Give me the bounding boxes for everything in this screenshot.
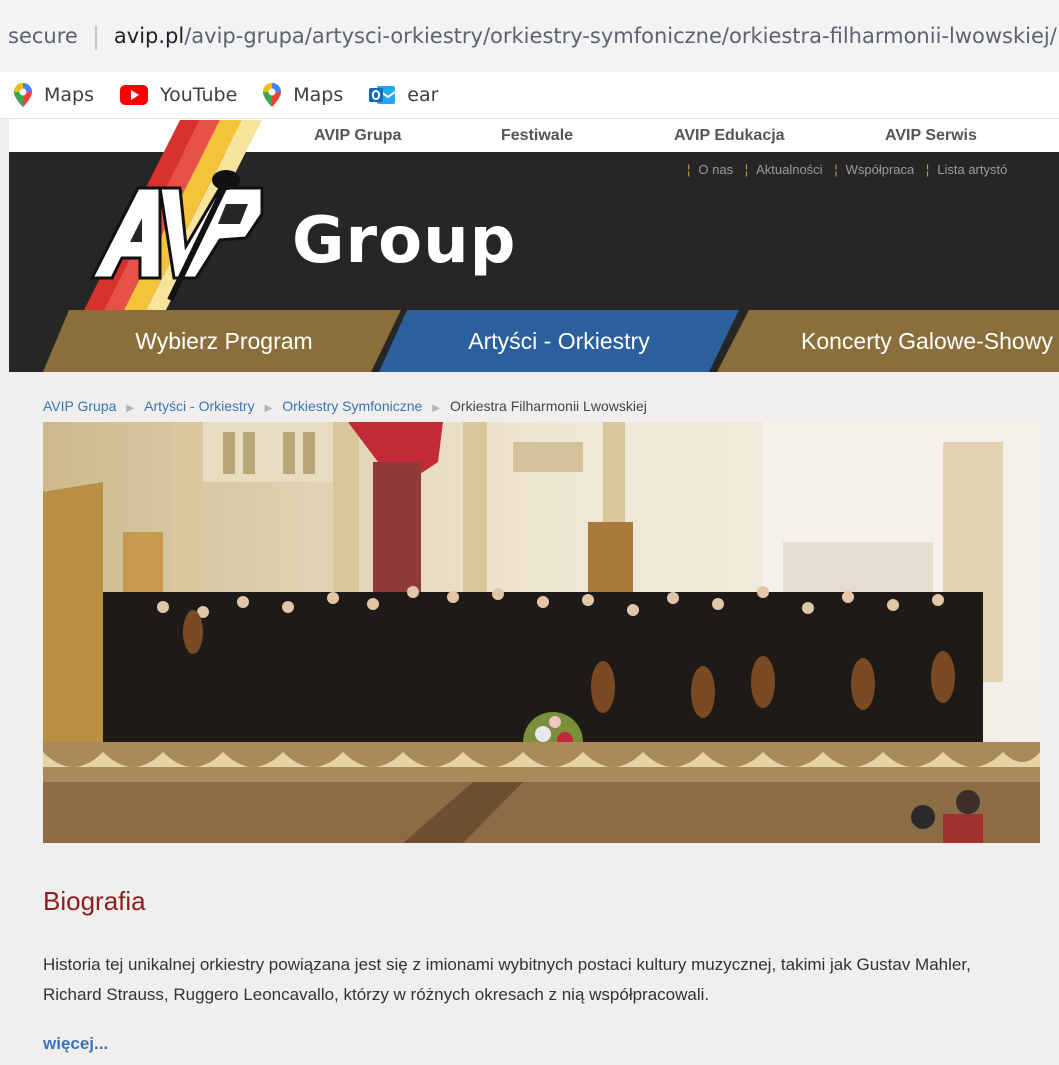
logo-wordmark: Group: [292, 204, 517, 278]
bookmark-maps-2[interactable]: Maps: [263, 83, 343, 107]
secondary-navigation: ¦ O nas ¦ Aktualności ¦ Współpraca ¦ Lista a…: [687, 162, 1008, 177]
breadcrumb-link[interactable]: Artyści - Orkiestry: [144, 398, 254, 414]
nav-link-avip-grupa[interactable]: AVIP Grupa: [314, 127, 401, 145]
maps-icon: [14, 83, 32, 107]
subnav-link-wspolpraca[interactable]: Współpraca: [846, 162, 915, 177]
menu-item-koncerty-galowe[interactable]: Koncerty Galowe-Showy: [749, 310, 1059, 372]
orchestra-photo: [43, 422, 1040, 843]
breadcrumb: AVIP Grupa ▶ Artyści - Orkiestry ▶ Orkiestry…: [43, 398, 647, 414]
breadcrumb-link[interactable]: AVIP Grupa: [43, 398, 116, 414]
biography-text: Historia tej unikalnej orkiestry powiąza…: [43, 955, 971, 1004]
read-more-link[interactable]: więcej...: [43, 1034, 108, 1054]
subnav-link-o-nas[interactable]: O nas: [698, 162, 733, 177]
nav-link-avip-serwis[interactable]: AVIP Serwis: [885, 127, 977, 145]
bookmark-youtube[interactable]: YouTube: [120, 84, 237, 106]
avip-logo[interactable]: [0, 118, 300, 313]
youtube-icon: [120, 85, 148, 105]
breadcrumb-current: Orkiestra Filharmonii Lwowskiej: [450, 398, 647, 414]
nav-link-festiwale[interactable]: Festiwale: [501, 127, 573, 145]
url-path[interactable]: /avip-grupa/artysci-orkiestry/orkiestry-…: [184, 24, 1057, 48]
outlook-icon: [369, 86, 396, 104]
bookmark-label: ear: [407, 84, 439, 106]
address-separator: |: [91, 22, 100, 50]
subnav-link-aktualnosci[interactable]: Aktualności: [756, 162, 822, 177]
security-label[interactable]: secure: [0, 24, 78, 48]
menu-item-artysci-orkiestry[interactable]: Artyści - Orkiestry: [404, 310, 714, 372]
address-bar[interactable]: secure | avip.pl/avip-grupa/artysci-orki…: [0, 0, 1059, 72]
maps-icon: [263, 83, 282, 107]
main-menu: Wybierz Program Artyści - Orkiestry Konc…: [9, 310, 1059, 372]
bookmark-outlook[interactable]: ear: [369, 84, 438, 106]
nav-link-avip-edukacja[interactable]: AVIP Edukacja: [674, 127, 785, 145]
biography-heading: Biografia: [43, 886, 146, 916]
bookmark-label: Maps: [44, 84, 94, 106]
url-host[interactable]: avip.pl: [114, 24, 184, 48]
bookmarks-bar: Maps YouTube Maps ear: [0, 72, 1059, 119]
bookmark-label: Maps: [293, 84, 344, 106]
subnav-link-lista-artystow[interactable]: Lista artystó: [937, 162, 1007, 177]
breadcrumb-link[interactable]: Orkiestry Symfoniczne: [282, 398, 422, 414]
bookmark-maps[interactable]: Maps: [14, 83, 94, 107]
menu-item-wybierz-program[interactable]: Wybierz Program: [69, 310, 379, 372]
bookmark-label: YouTube: [160, 84, 238, 106]
